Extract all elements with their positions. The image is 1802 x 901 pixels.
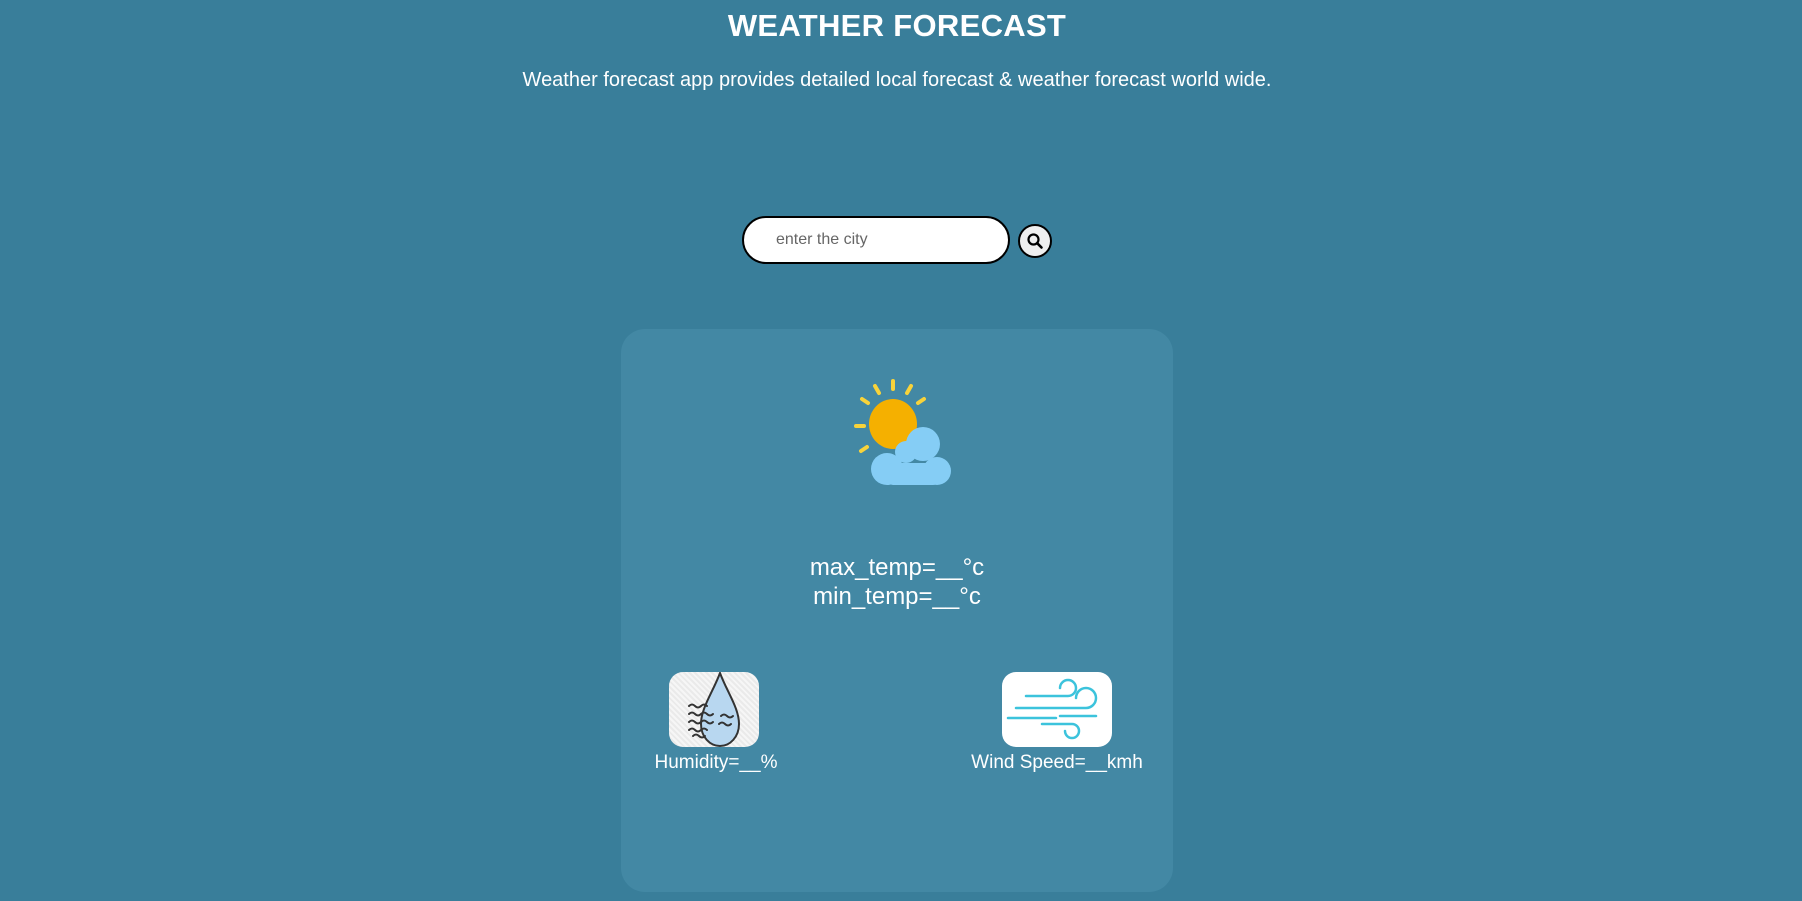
max-temp: max_temp=__°c [809, 554, 985, 581]
humidity-icon-box [669, 672, 759, 747]
page-subtitle: Weather forecast app provides detailed l… [522, 69, 1272, 91]
wind-speed-label: Wind Speed=__kmh [971, 752, 1143, 773]
weather-card: max_temp=__°c min_temp=__°c Humidity=__% [621, 329, 1173, 892]
humidity-icon [688, 672, 741, 747]
search-button[interactable] [1018, 224, 1052, 258]
page-title: WEATHER FORECAST [727, 8, 1067, 43]
wind-icon [1006, 678, 1098, 740]
humidity-label: Humidity=__% [654, 752, 778, 773]
search-icon [1027, 233, 1043, 249]
city-search-input[interactable] [742, 216, 1010, 264]
partly-cloudy-icon [854, 379, 951, 485]
min-temp: min_temp=__°c [813, 583, 981, 610]
temperature-display: max_temp=__°c min_temp=__°c [621, 553, 1173, 611]
wind-icon-box [1002, 672, 1112, 747]
